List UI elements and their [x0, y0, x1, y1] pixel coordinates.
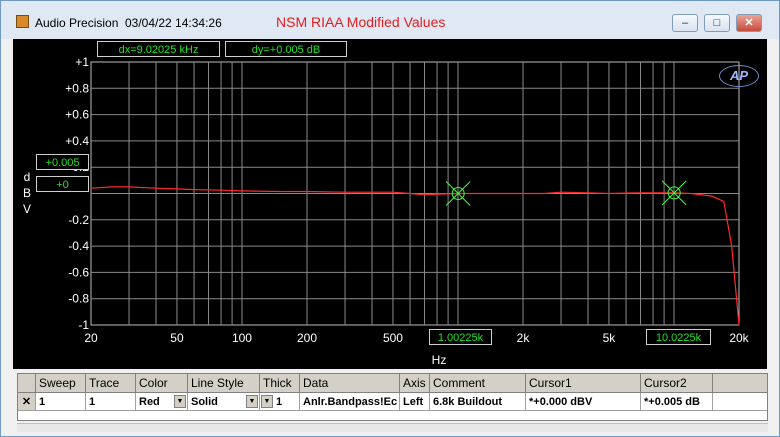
y-axis-ticks: +1+0.8+0.6+0.4+0.2-0.2-0.4-0.6-0.8-1 — [65, 55, 89, 332]
plot-title: NSM RIAA Modified Values — [276, 14, 446, 30]
x-tick-label: 5k — [603, 331, 617, 345]
color-dropdown-icon[interactable]: ▼ — [174, 395, 186, 408]
audio-precision-window: Audio Precision 03/04/22 14:34:26 NSM RI… — [0, 0, 780, 437]
series-line-1 — [90, 186, 740, 326]
cell-color-value: Red — [139, 396, 160, 408]
cell-thick[interactable]: ▼ 1 — [260, 393, 300, 411]
col-header-line-style[interactable]: Line Style — [188, 374, 260, 393]
x-tick-label: 2k — [517, 331, 531, 345]
cell-color[interactable]: Red ▼ — [136, 393, 188, 411]
col-header-color[interactable]: Color — [136, 374, 188, 393]
cursor1-x-readout[interactable]: 1.00225k — [429, 329, 492, 345]
y-unit-letter-d: d — [23, 170, 31, 184]
y-tick-label: -0.8 — [68, 292, 89, 306]
cell-trace[interactable]: 1 — [86, 393, 136, 411]
cell-line-style[interactable]: Solid ▼ — [188, 393, 260, 411]
col-header-trace[interactable]: Trace — [86, 374, 136, 393]
close-button[interactable]: ✕ — [736, 14, 762, 32]
dx-readout[interactable]: dx=9.02025 kHz — [97, 41, 220, 57]
x-tick-label: 50 — [170, 331, 184, 345]
title-timestamp: 03/04/22 14:34:26 — [125, 16, 222, 30]
table-corner-header — [18, 374, 36, 393]
y-tick-label: +0.8 — [65, 81, 89, 95]
graph-panel[interactable]: +1+0.8+0.6+0.4+0.2-0.2-0.4-0.6-0.8-1 205… — [13, 39, 767, 369]
cell-line-style-value: Solid — [191, 396, 218, 408]
cell-data[interactable]: Anlr.Bandpass!Ec — [300, 393, 400, 411]
cursor2-y-readout[interactable]: +0.005 — [36, 154, 89, 170]
trace-enable-checkbox[interactable]: ✕ — [18, 393, 36, 411]
col-header-thick[interactable]: Thick — [260, 374, 300, 393]
maximize-button[interactable]: □ — [704, 14, 730, 32]
y-unit-letter-v: V — [22, 202, 31, 216]
x-tick-label: 200 — [297, 331, 317, 345]
series-layer — [90, 186, 740, 326]
y-tick-label: -0.2 — [68, 213, 89, 227]
col-header-cursor2[interactable]: Cursor2 — [641, 374, 713, 393]
response-graph[interactable]: +1+0.8+0.6+0.4+0.2-0.2-0.4-0.6-0.8-1 205… — [13, 39, 767, 369]
cursor1-y-readout[interactable]: +0 — [36, 176, 89, 192]
col-header-comment[interactable]: Comment — [430, 374, 526, 393]
cell-comment[interactable]: 6.8k Buildout — [430, 393, 526, 411]
trace-table: Sweep Trace Color Line Style Thick Data … — [17, 373, 768, 421]
y-tick-label: -0.4 — [68, 239, 89, 253]
y-tick-label: -0.6 — [68, 265, 89, 279]
y-tick-label: -1 — [78, 318, 89, 332]
cursor2-x-readout[interactable]: 10.0225k — [646, 329, 711, 345]
dy-readout[interactable]: dy=+0.005 dB — [225, 41, 347, 57]
line-style-dropdown-icon[interactable]: ▼ — [246, 395, 258, 408]
cell-cursor2[interactable]: *+0.005 dB — [641, 393, 713, 411]
col-header-sweep[interactable]: Sweep — [36, 374, 86, 393]
x-tick-label: 500 — [383, 331, 403, 345]
x-tick-label: 20k — [729, 331, 749, 345]
thick-dropdown-icon[interactable]: ▼ — [261, 395, 273, 408]
ap-logo: AP — [719, 65, 759, 87]
cell-blank — [713, 393, 767, 411]
x-axis-label: Hz — [432, 353, 447, 367]
y-unit-letter-b: B — [22, 186, 31, 200]
cell-cursor1[interactable]: *+0.000 dBV — [526, 393, 641, 411]
x-tick-label: 20 — [84, 331, 98, 345]
y-tick-label: +0.4 — [65, 134, 89, 148]
cell-thick-value: 1 — [276, 396, 283, 408]
app-icon[interactable] — [16, 15, 29, 28]
col-header-data[interactable]: Data — [300, 374, 400, 393]
y-tick-label: +0.6 — [65, 108, 89, 122]
table-horizontal-scrollbar[interactable] — [17, 423, 768, 432]
minimize-button[interactable]: – — [672, 14, 698, 32]
x-tick-label: 100 — [232, 331, 252, 345]
y-tick-label: +1 — [75, 55, 89, 69]
title-bar[interactable]: Audio Precision 03/04/22 14:34:26 NSM RI… — [1, 1, 779, 39]
cell-axis[interactable]: Left — [400, 393, 430, 411]
col-header-blank — [713, 374, 767, 393]
cell-sweep[interactable]: 1 — [36, 393, 86, 411]
app-title: Audio Precision — [35, 16, 119, 30]
col-header-axis[interactable]: Axis — [400, 374, 430, 393]
col-header-cursor1[interactable]: Cursor1 — [526, 374, 641, 393]
